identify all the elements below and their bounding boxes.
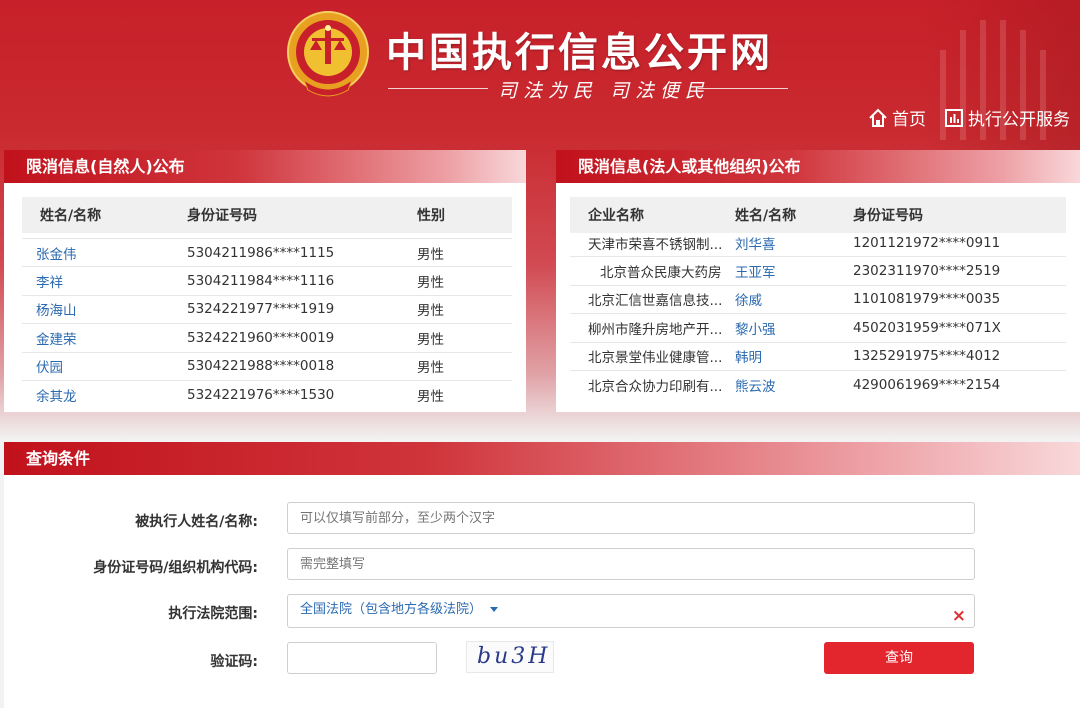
id-field-label: 身份证号码/组织机构代码: <box>93 560 258 576</box>
captcha-input[interactable] <box>287 642 437 674</box>
gender: 男性 <box>417 246 444 263</box>
nav-home-label: 首页 <box>892 110 926 130</box>
table-row[interactable]: 金建荣 5324221960****0019 男性 <box>22 324 512 353</box>
id-number: 5304221988****0018 <box>187 358 335 375</box>
top-nav: 首页 执行公开服务 <box>868 105 1070 130</box>
col-id: 身份证号码 <box>853 208 923 224</box>
company-name: 柳州市隆升房地产开... <box>588 321 723 338</box>
legal-table: 企业名称 姓名/名称 身份证号码 天津市荣喜不锈钢制... 刘华喜 120112… <box>570 197 1066 395</box>
person-name-link[interactable]: 李祥 <box>22 271 187 291</box>
nav-home[interactable]: 首页 <box>868 105 926 130</box>
slogan-text: 司法为民 司法便民 <box>498 80 711 102</box>
site-slogan: 司法为民 司法便民 <box>388 76 788 102</box>
id-number: 5324221976****1530 <box>187 386 335 402</box>
col-name: 姓名/名称 <box>40 208 102 224</box>
natural-panel-title: 限消信息(自然人)公布 <box>4 150 526 183</box>
company-name: 北京普众民康大药房 <box>600 265 722 282</box>
person-name-link[interactable]: 杨海山 <box>22 299 187 319</box>
name-field-label: 被执行人姓名/名称: <box>135 514 258 530</box>
query-panel-title: 查询条件 <box>4 442 1080 475</box>
col-name: 姓名/名称 <box>735 208 797 224</box>
company-name: 北京合众协力印刷有... <box>588 378 723 395</box>
person-name-link[interactable]: 金建荣 <box>22 328 187 348</box>
col-gender: 性别 <box>417 208 445 224</box>
table-row[interactable]: 余其龙 5324221976****1530 男性 <box>22 381 512 402</box>
gender: 男性 <box>417 360 444 377</box>
clear-icon[interactable]: × <box>952 601 966 631</box>
gender: 男性 <box>417 331 444 348</box>
id-number: 1101081979****0035 <box>853 291 1001 308</box>
natural-person-panel: 限消信息(自然人)公布 姓名/名称 身份证号码 性别 张金伟 530421198… <box>4 150 526 412</box>
chevron-down-icon <box>490 607 499 612</box>
person-name-link[interactable]: 韩明 <box>735 346 853 366</box>
nav-service[interactable]: 执行公开服务 <box>944 105 1070 130</box>
company-name: 北京景堂伟业健康管... <box>588 350 723 367</box>
legal-table-header: 企业名称 姓名/名称 身份证号码 <box>570 197 1066 233</box>
natural-table-body[interactable]: 张金伟 5304211986****1115 男性 李祥 5304211984*… <box>22 238 512 402</box>
table-row[interactable]: 北京景堂伟业健康管... 韩明 1325291975****4012 <box>570 343 1066 371</box>
slogan-line-left <box>388 88 488 89</box>
court-emblem-icon <box>287 11 369 97</box>
name-input[interactable] <box>287 502 975 534</box>
captcha-image[interactable]: bu3H <box>466 641 554 673</box>
table-row[interactable]: 天津市荣喜不锈钢制... 刘华喜 1201121972****0911 <box>570 229 1066 258</box>
id-number: 4502031959****071X <box>853 319 1001 336</box>
site-title: 中国执行信息公开网 <box>386 30 773 76</box>
person-name-link[interactable]: 余其龙 <box>22 385 187 402</box>
captcha-field-label: 验证码: <box>210 654 258 670</box>
table-row[interactable]: 张金伟 5304211986****1115 男性 <box>22 239 512 268</box>
slogan-line-right <box>698 88 788 89</box>
service-chart-icon <box>945 108 963 127</box>
company-name: 北京汇信世嘉信息技... <box>588 293 723 310</box>
id-number: 4290061969****2154 <box>853 376 1001 393</box>
id-number: 5324221960****0019 <box>187 329 335 346</box>
table-row[interactable]: 柳州市隆升房地产开... 黎小强 4502031959****071X <box>570 314 1066 343</box>
table-row[interactable]: 杨海山 5324221977****1919 男性 <box>22 296 512 325</box>
person-name-link[interactable]: 黎小强 <box>735 318 853 338</box>
person-name-link[interactable]: 张金伟 <box>22 243 187 263</box>
person-name-link[interactable]: 伏园 <box>22 356 187 376</box>
id-number: 5304211986****1115 <box>187 244 335 261</box>
id-number: 5324221977****1919 <box>187 301 335 318</box>
home-icon <box>869 108 887 127</box>
gender: 男性 <box>417 275 444 292</box>
query-conditions-panel: 查询条件 被执行人姓名/名称: 身份证号码/组织机构代码: 执行法院范围: 全国… <box>4 442 1080 708</box>
person-name-link[interactable]: 徐威 <box>735 289 853 309</box>
court-field-label: 执行法院范围: <box>168 606 258 622</box>
table-row[interactable]: 北京汇信世嘉信息技... 徐威 1101081979****0035 <box>570 286 1066 315</box>
id-number: 5304211984****1116 <box>187 273 335 290</box>
court-select[interactable]: 全国法院（包含地方各级法院） × <box>287 594 975 628</box>
table-row[interactable]: 北京合众协力印刷有... 熊云波 4290061969****2154 <box>570 371 1066 395</box>
gender: 男性 <box>417 303 444 320</box>
person-name-link[interactable]: 熊云波 <box>735 375 853 395</box>
person-name-link[interactable]: 刘华喜 <box>735 233 853 253</box>
col-company: 企业名称 <box>588 208 644 224</box>
court-select-value: 全国法院（包含地方各级法院） <box>300 602 483 617</box>
table-row[interactable]: 北京普众民康大药房 王亚军 2302311970****2519 <box>570 257 1066 286</box>
company-name: 天津市荣喜不锈钢制... <box>588 236 723 253</box>
legal-table-body[interactable]: 天津市荣喜不锈钢制... 刘华喜 1201121972****0911 北京普众… <box>570 229 1066 395</box>
id-number: 2302311970****2519 <box>853 263 1001 280</box>
search-button[interactable]: 查询 <box>824 642 974 674</box>
natural-table-header: 姓名/名称 身份证号码 性别 <box>22 197 512 233</box>
legal-entity-panel: 限消信息(法人或其他组织)公布 企业名称 姓名/名称 身份证号码 天津市荣喜不锈… <box>556 150 1080 412</box>
legal-panel-title: 限消信息(法人或其他组织)公布 <box>556 150 1080 183</box>
person-name-link[interactable]: 王亚军 <box>735 261 853 281</box>
id-input[interactable] <box>287 548 975 580</box>
natural-table: 姓名/名称 身份证号码 性别 张金伟 5304211986****1115 男性… <box>22 197 512 402</box>
id-number: 1201121972****0911 <box>853 234 1001 251</box>
id-number: 1325291975****4012 <box>853 348 1001 365</box>
table-row[interactable]: 伏园 5304221988****0018 男性 <box>22 353 512 381</box>
table-row[interactable]: 李祥 5304211984****1116 男性 <box>22 267 512 296</box>
nav-service-label: 执行公开服务 <box>968 110 1070 130</box>
col-id: 身份证号码 <box>187 208 257 224</box>
gender: 男性 <box>417 388 444 402</box>
